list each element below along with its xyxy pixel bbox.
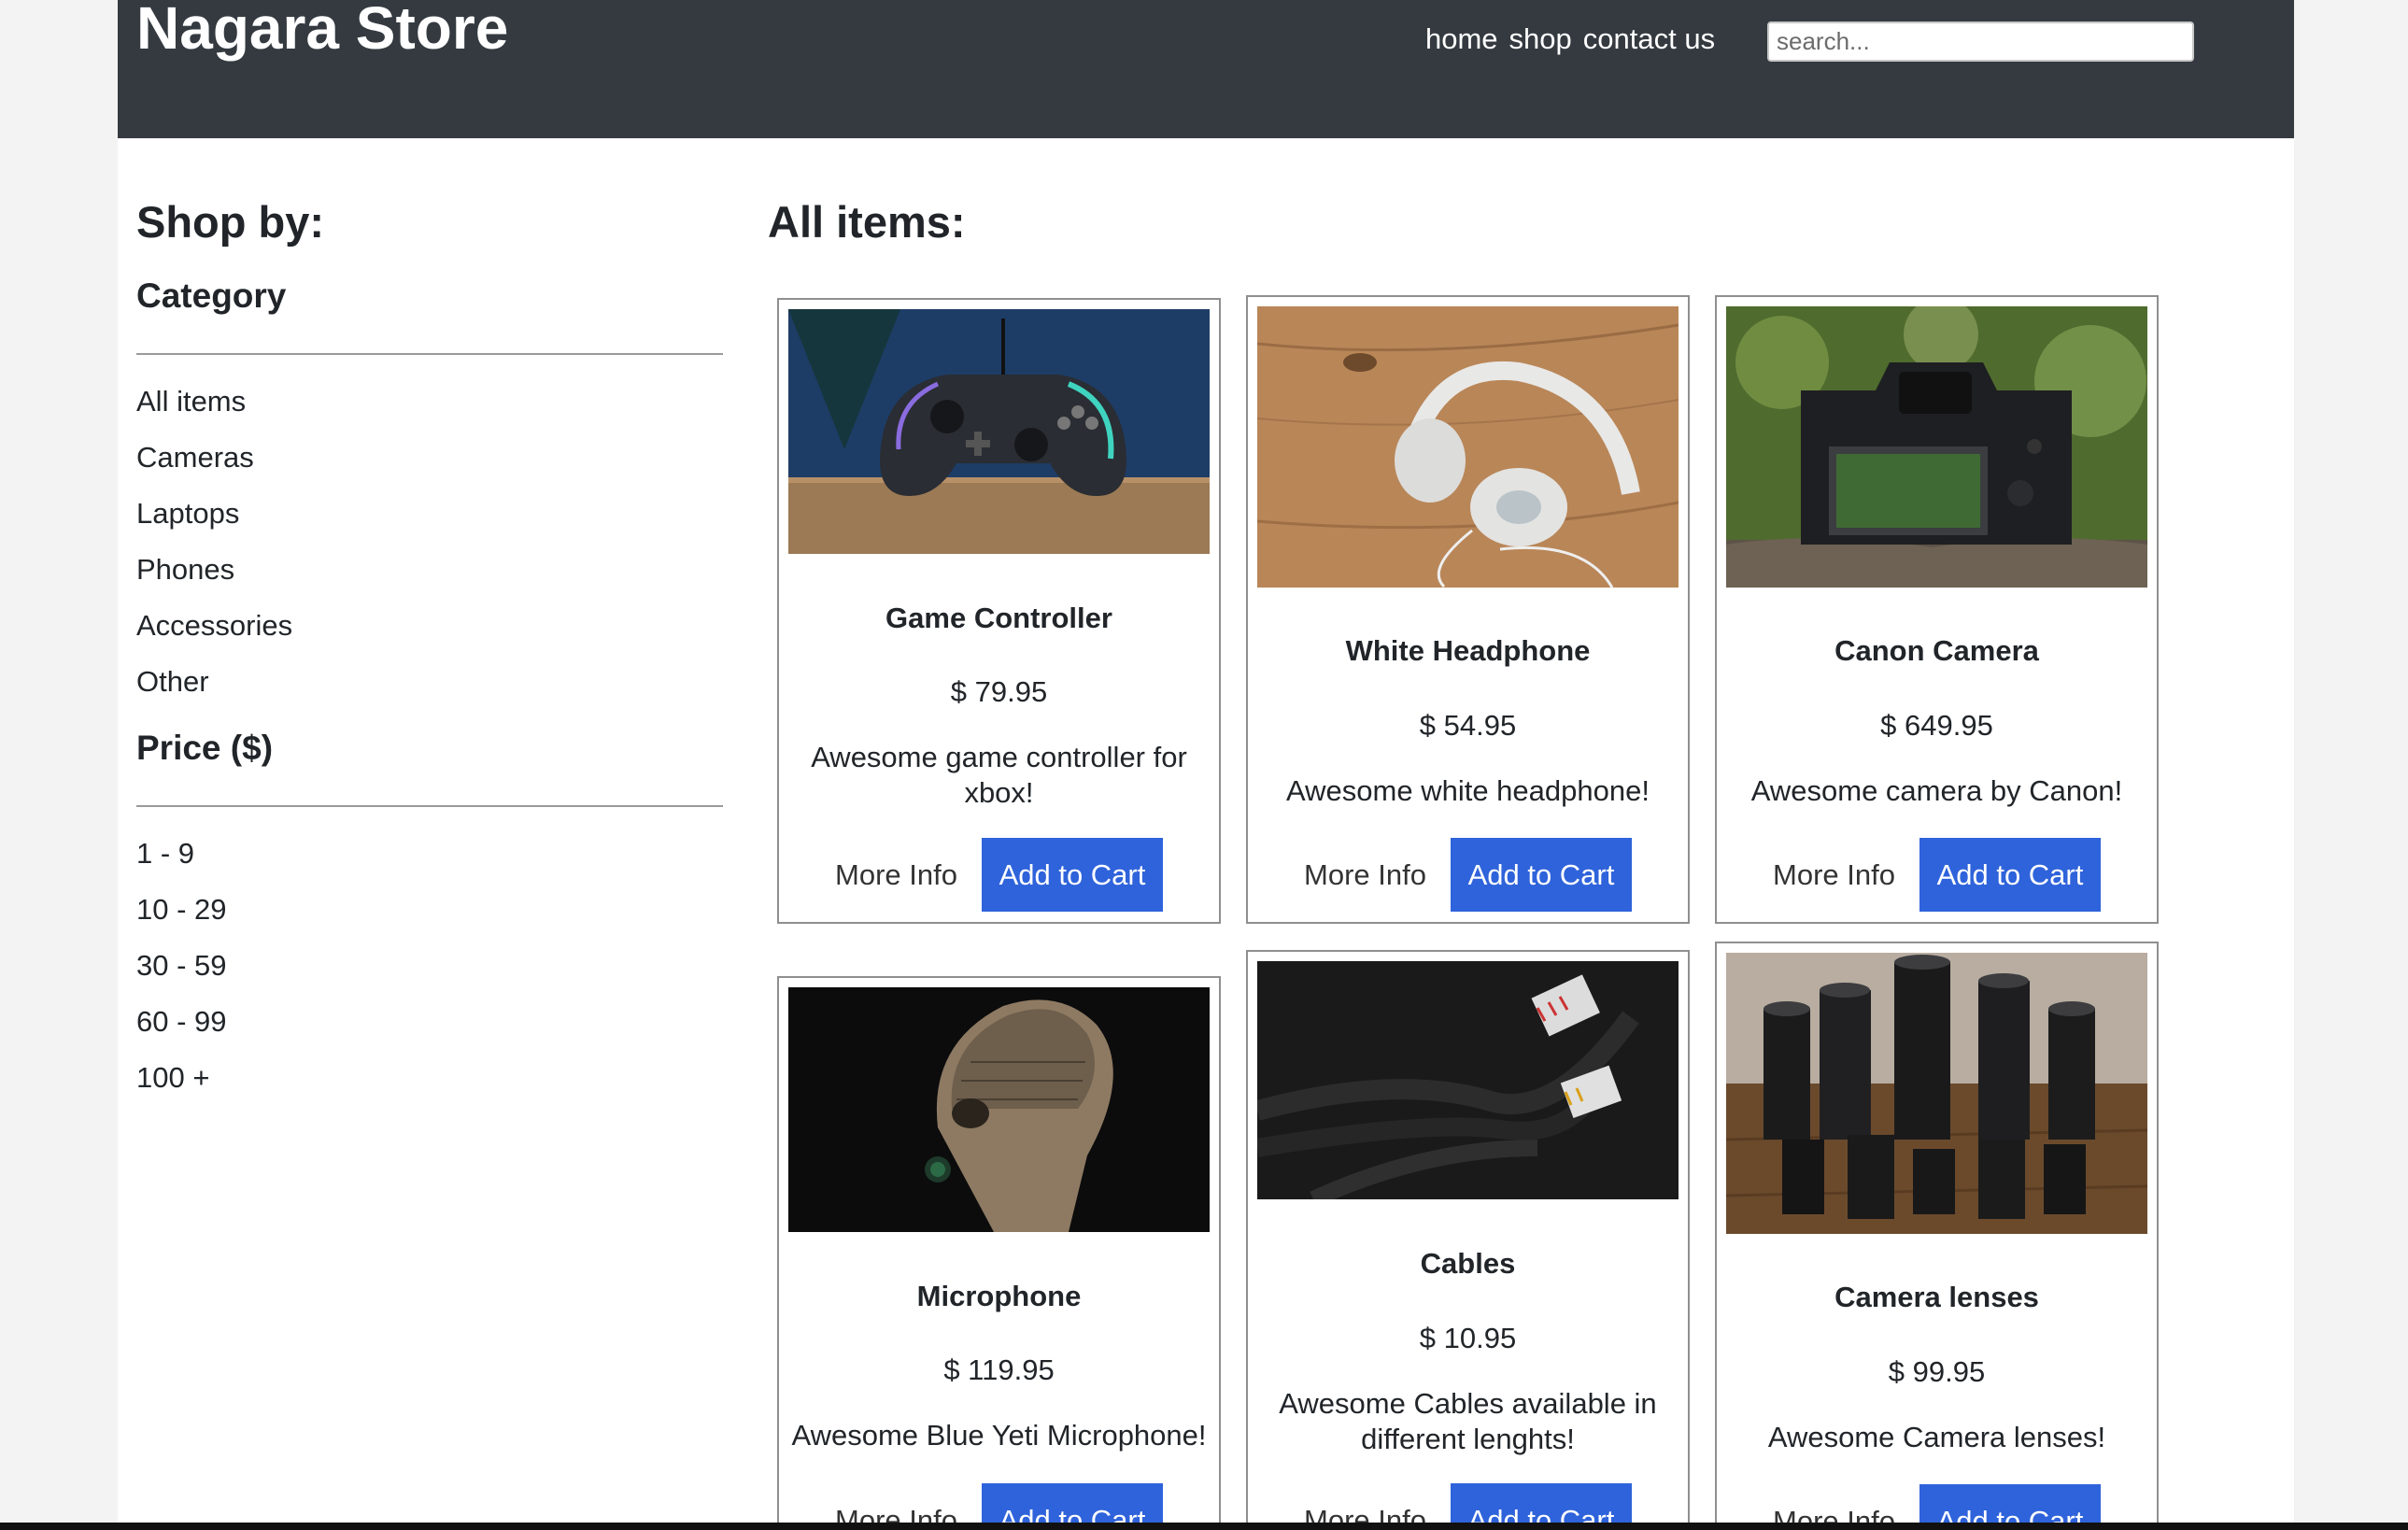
product-actions: More Info Add to Cart <box>1717 1484 2157 1523</box>
product-card: Canon Camera $ 649.95 Awesome camera by … <box>1715 295 2159 924</box>
add-to-cart-button[interactable]: Add to Cart <box>1450 838 1632 912</box>
category-accessories[interactable]: Accessories <box>136 607 723 645</box>
category-phones[interactable]: Phones <box>136 551 723 588</box>
product-price: $ 119.95 <box>943 1353 1055 1386</box>
price-10-29[interactable]: 10 - 29 <box>136 891 723 928</box>
add-to-cart-button[interactable]: Add to Cart <box>1919 1484 2101 1523</box>
category-divider <box>136 353 723 355</box>
product-card: White Headphone $ 54.95 Awesome white he… <box>1246 295 1690 924</box>
product-image-game-controller[interactable] <box>788 309 1210 554</box>
product-image-camera-lenses[interactable] <box>1726 953 2147 1234</box>
product-description: Awesome game controller for xbox! <box>811 741 1187 809</box>
product-title: Microphone <box>916 1280 1082 1312</box>
product-image-white-headphone[interactable] <box>1257 306 1679 588</box>
product-description: Awesome Cables available in different le… <box>1279 1387 1657 1455</box>
main-title: All items: <box>768 197 966 247</box>
price-1-9[interactable]: 1 - 9 <box>136 835 723 872</box>
window-bottom-edge <box>0 1523 2408 1530</box>
more-info-link[interactable]: More Info <box>1773 858 1895 892</box>
product-description: Awesome Camera lenses! <box>1767 1421 2106 1453</box>
sidebar-title: Shop by: <box>136 197 325 247</box>
product-price: $ 79.95 <box>950 675 1048 708</box>
price-heading: Price ($) <box>136 729 274 767</box>
more-info-link[interactable]: More Info <box>1304 1504 1426 1523</box>
product-title: Cables <box>1420 1247 1516 1280</box>
category-cameras[interactable]: Cameras <box>136 439 723 476</box>
product-price: $ 649.95 <box>1880 709 1993 742</box>
more-info-link[interactable]: More Info <box>835 858 957 892</box>
category-all-items[interactable]: All items <box>136 383 723 420</box>
product-card: Microphone $ 119.95 Awesome Blue Yeti Mi… <box>777 976 1221 1523</box>
nav-shop[interactable]: shop <box>1509 21 1572 58</box>
category-laptops[interactable]: Laptops <box>136 495 723 532</box>
add-to-cart-button[interactable]: Add to Cart <box>1450 1483 1632 1523</box>
more-info-link[interactable]: More Info <box>1304 858 1426 892</box>
add-to-cart-button[interactable]: Add to Cart <box>981 1483 1163 1523</box>
price-list: 1 - 9 10 - 29 30 - 59 60 - 99 100 + <box>136 835 723 1097</box>
product-actions: More Info Add to Cart <box>1717 838 2157 912</box>
product-description: Awesome white headphone! <box>1286 774 1650 807</box>
price-30-59[interactable]: 30 - 59 <box>136 947 723 985</box>
add-to-cart-button[interactable]: Add to Cart <box>1919 838 2101 912</box>
product-actions: More Info Add to Cart <box>1248 838 1688 912</box>
add-to-cart-button[interactable]: Add to Cart <box>981 838 1163 912</box>
nav-links: home shop contact us <box>1425 21 1715 58</box>
product-description: Awesome Blue Yeti Microphone! <box>791 1419 1207 1452</box>
category-heading: Category <box>136 276 287 315</box>
product-card: Cables $ 10.95 Awesome Cables available … <box>1246 950 1690 1523</box>
product-image-cables[interactable] <box>1257 961 1679 1199</box>
product-card: Game Controller $ 79.95 Awesome game con… <box>777 298 1221 924</box>
product-card: Camera lenses $ 99.95 Awesome Camera len… <box>1715 942 2159 1523</box>
product-title: White Headphone <box>1345 634 1591 667</box>
product-price: $ 10.95 <box>1419 1322 1517 1354</box>
product-title: Camera lenses <box>1834 1281 2039 1313</box>
product-actions: More Info Add to Cart <box>779 1483 1219 1523</box>
header: Nagara Store home shop contact us <box>118 0 2294 138</box>
sidebar: Shop by: Category All items Cameras Lapt… <box>136 196 723 1115</box>
more-info-link[interactable]: More Info <box>835 1504 957 1523</box>
category-list: All items Cameras Laptops Phones Accesso… <box>136 383 723 701</box>
product-price: $ 54.95 <box>1419 709 1517 742</box>
product-title: Game Controller <box>885 602 1112 634</box>
product-image-microphone[interactable] <box>788 987 1210 1232</box>
product-actions: More Info Add to Cart <box>1248 1483 1688 1523</box>
price-divider <box>136 805 723 807</box>
brand-logo[interactable]: Nagara Store <box>136 0 508 58</box>
product-image-canon-camera[interactable] <box>1726 306 2147 588</box>
product-title: Canon Camera <box>1834 634 2039 667</box>
category-other[interactable]: Other <box>136 663 723 701</box>
nav-home[interactable]: home <box>1425 21 1498 58</box>
page: Nagara Store home shop contact us Shop b… <box>118 0 2294 1523</box>
more-info-link[interactable]: More Info <box>1773 1505 1895 1523</box>
product-description: Awesome camera by Canon! <box>1750 774 2123 807</box>
search-input[interactable] <box>1767 21 2194 62</box>
price-60-99[interactable]: 60 - 99 <box>136 1003 723 1041</box>
price-100-plus[interactable]: 100 + <box>136 1059 723 1097</box>
product-price: $ 99.95 <box>1888 1355 1986 1388</box>
product-actions: More Info Add to Cart <box>779 838 1219 912</box>
nav-contact[interactable]: contact us <box>1583 21 1715 58</box>
